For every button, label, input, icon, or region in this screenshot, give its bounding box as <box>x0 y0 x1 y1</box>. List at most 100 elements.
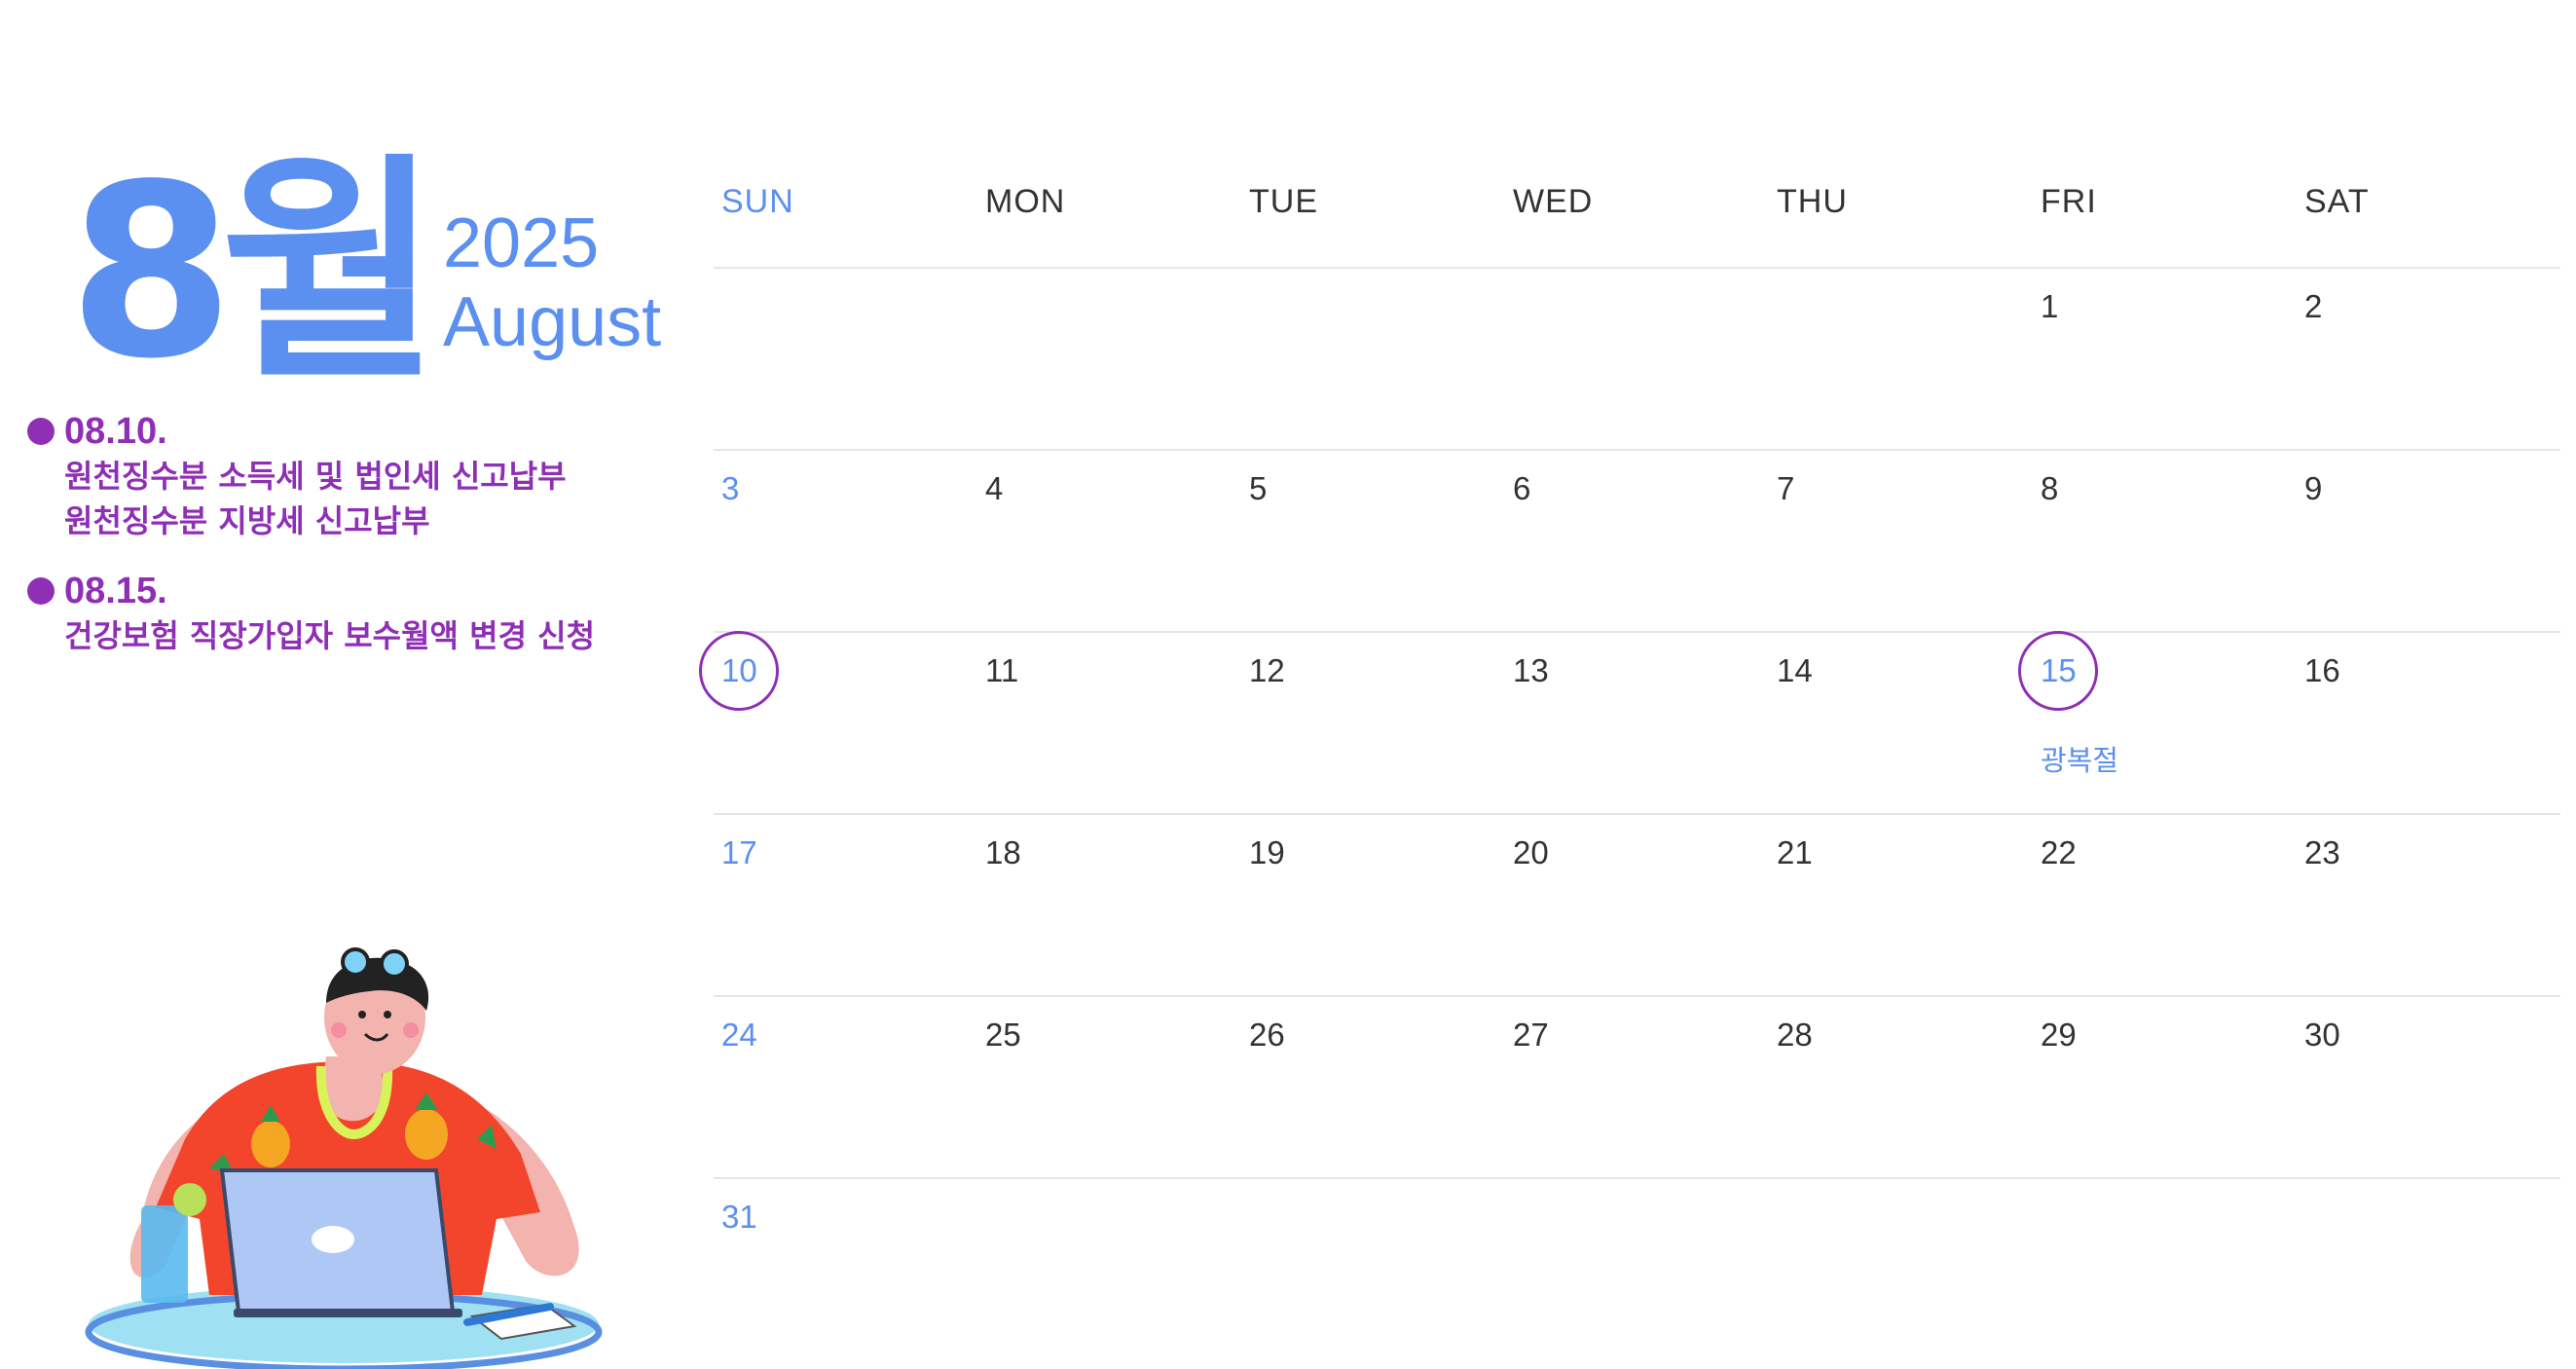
day-number: 1 <box>2041 288 2059 324</box>
calendar-grid: SUN MON TUE WED THU FRI SAT 1 2 3 4 5 6 … <box>714 166 2560 1359</box>
day-cell: 26 <box>1241 997 1505 1177</box>
day-number: 25 <box>985 1017 1021 1053</box>
day-cell: 2 <box>2297 269 2560 449</box>
day-number: 31 <box>721 1199 757 1235</box>
event-item: 08.10. 원천징수분 소득세 및 법인세 신고납부 원천징수분 지방세 신고… <box>27 409 670 543</box>
day-cell: 24 <box>714 997 977 1177</box>
day-cell <box>714 269 977 449</box>
calendar-week-row: 1 2 <box>714 269 2560 451</box>
day-number: 27 <box>1513 1017 1549 1053</box>
weekday-header: THU <box>1777 183 1848 220</box>
pineapple-icon <box>251 1121 290 1167</box>
calendar-week-row: 24 25 26 27 28 29 30 <box>714 997 2560 1179</box>
weekday-header: FRI <box>2041 183 2097 220</box>
weekday-header-row: SUN MON TUE WED THU FRI SAT <box>714 166 2560 269</box>
lime-icon <box>173 1183 206 1216</box>
day-cell: 7 <box>1769 451 2033 631</box>
day-cell <box>1769 269 2033 449</box>
day-number: 18 <box>985 834 1021 870</box>
bullet-dot-icon <box>27 577 55 605</box>
day-cell: 17 <box>714 815 977 995</box>
calendar-week-row: 31 <box>714 1179 2560 1359</box>
day-number-highlighted: 15 <box>2041 652 2077 688</box>
day-cell: 14 <box>1769 633 2033 813</box>
day-cell: 21 <box>1769 815 2033 995</box>
day-cell: 16 <box>2297 633 2560 813</box>
day-number: 28 <box>1777 1017 1813 1053</box>
holiday-label: 광복절 <box>2041 746 2119 777</box>
day-number: 8 <box>2041 470 2059 506</box>
day-cell: 9 <box>2297 451 2560 631</box>
day-cell <box>1505 1179 1769 1359</box>
day-cell: 4 <box>977 451 1241 631</box>
day-cell <box>1769 1179 2033 1359</box>
day-cell: 11 <box>977 633 1241 813</box>
day-cell: 19 <box>1241 815 1505 995</box>
day-cell: 29 <box>2033 997 2297 1177</box>
day-cell <box>977 1179 1241 1359</box>
event-date: 08.10. <box>64 411 167 452</box>
day-number: 16 <box>2304 652 2340 688</box>
day-number: 26 <box>1249 1017 1285 1053</box>
event-description: 건강보험 직장가입자 보수월액 변경 신청 <box>64 617 596 654</box>
event-description: 원천징수분 소득세 및 법인세 신고납부 <box>64 458 567 495</box>
day-cell: 15 광복절 <box>2033 633 2297 813</box>
day-number: 4 <box>985 470 1004 506</box>
bullet-dot-icon <box>27 418 55 445</box>
sunglasses-icon <box>341 947 370 977</box>
day-number: 5 <box>1249 470 1268 506</box>
day-cell: 22 <box>2033 815 2297 995</box>
day-cell: 10 <box>714 633 977 813</box>
day-cell <box>2033 1179 2297 1359</box>
calendar-week-row: 10 11 12 13 14 15 광복절 16 <box>714 633 2560 815</box>
event-date: 08.15. <box>64 571 167 611</box>
day-number: 13 <box>1513 652 1549 688</box>
day-number: 9 <box>2304 470 2323 506</box>
day-number: 17 <box>721 834 757 870</box>
event-description: 원천징수분 지방세 신고납부 <box>64 502 430 539</box>
day-number: 14 <box>1777 652 1813 688</box>
day-cell: 30 <box>2297 997 2560 1177</box>
weekday-header: WED <box>1513 183 1594 220</box>
day-number: 2 <box>2304 288 2323 324</box>
drink-glass-icon <box>141 1205 188 1303</box>
day-cell: 8 <box>2033 451 2297 631</box>
day-number-highlighted: 10 <box>721 652 757 688</box>
day-number: 19 <box>1249 834 1285 870</box>
day-number: 24 <box>721 1017 757 1053</box>
day-number: 23 <box>2304 834 2340 870</box>
day-cell <box>1241 269 1505 449</box>
weekday-header: MON <box>985 183 1066 220</box>
event-item: 08.15. 건강보험 직장가입자 보수월액 변경 신청 <box>27 569 670 658</box>
day-number: 30 <box>2304 1017 2340 1053</box>
weekday-header: SAT <box>2304 183 2370 220</box>
calendar-week-row: 3 4 5 6 7 8 9 <box>714 451 2560 633</box>
person-laptop-illustration <box>85 947 603 1369</box>
day-cell: 31 <box>714 1179 977 1359</box>
day-cell: 20 <box>1505 815 1769 995</box>
calendar-week-row: 17 18 19 20 21 22 23 <box>714 815 2560 997</box>
day-number: 29 <box>2041 1017 2077 1053</box>
day-cell <box>1241 1179 1505 1359</box>
day-number: 12 <box>1249 652 1285 688</box>
day-number: 6 <box>1513 470 1531 506</box>
tax-events-list: 08.10. 원천징수분 소득세 및 법인세 신고납부 원천징수분 지방세 신고… <box>27 409 670 684</box>
year-label: 2025 <box>443 204 600 282</box>
day-cell <box>2297 1179 2560 1359</box>
month-english-label: August <box>443 283 662 361</box>
day-cell <box>977 269 1241 449</box>
day-cell: 12 <box>1241 633 1505 813</box>
day-cell: 6 <box>1505 451 1769 631</box>
day-cell: 13 <box>1505 633 1769 813</box>
weekday-header: SUN <box>721 183 794 220</box>
day-number: 22 <box>2041 834 2077 870</box>
day-cell: 3 <box>714 451 977 631</box>
day-cell: 1 <box>2033 269 2297 449</box>
pineapple-icon <box>405 1109 448 1160</box>
day-number: 7 <box>1777 470 1795 506</box>
day-cell: 27 <box>1505 997 1769 1177</box>
day-cell <box>1505 269 1769 449</box>
day-cell: 5 <box>1241 451 1505 631</box>
weekday-header: TUE <box>1249 183 1318 220</box>
day-number: 20 <box>1513 834 1549 870</box>
